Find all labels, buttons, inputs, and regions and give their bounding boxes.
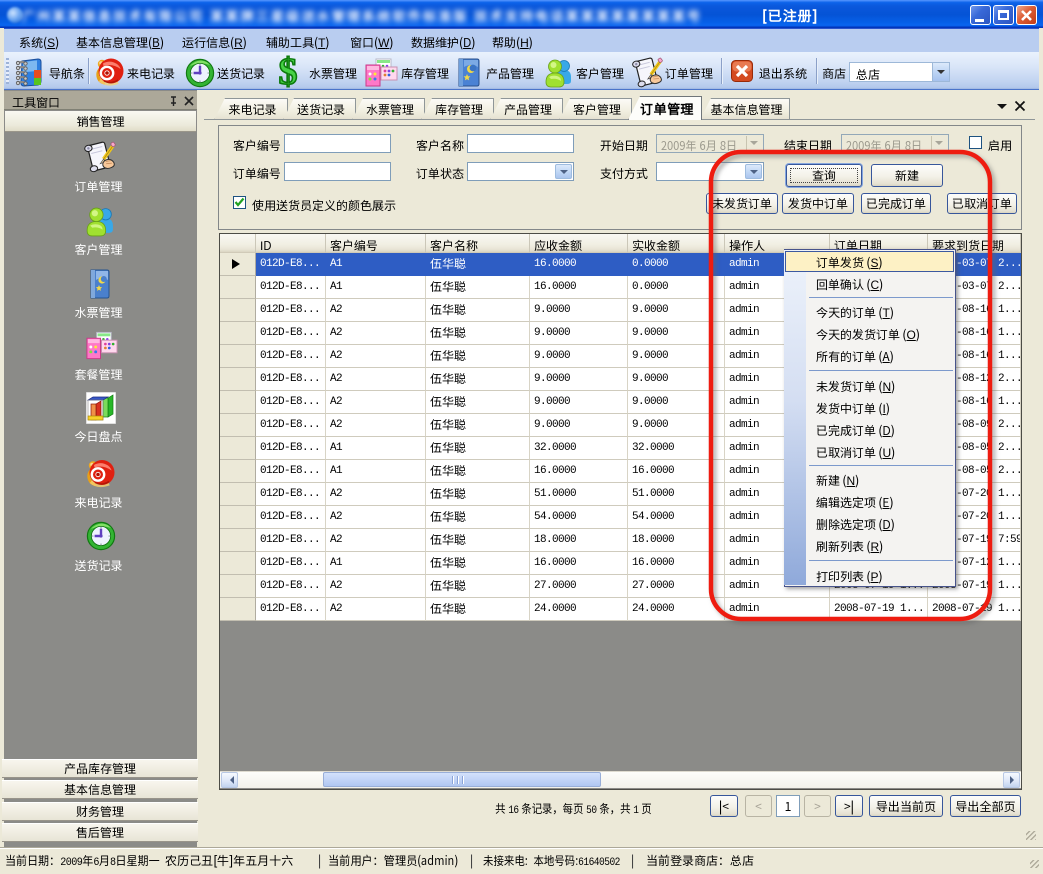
svg-text:$: $ xyxy=(279,55,298,89)
